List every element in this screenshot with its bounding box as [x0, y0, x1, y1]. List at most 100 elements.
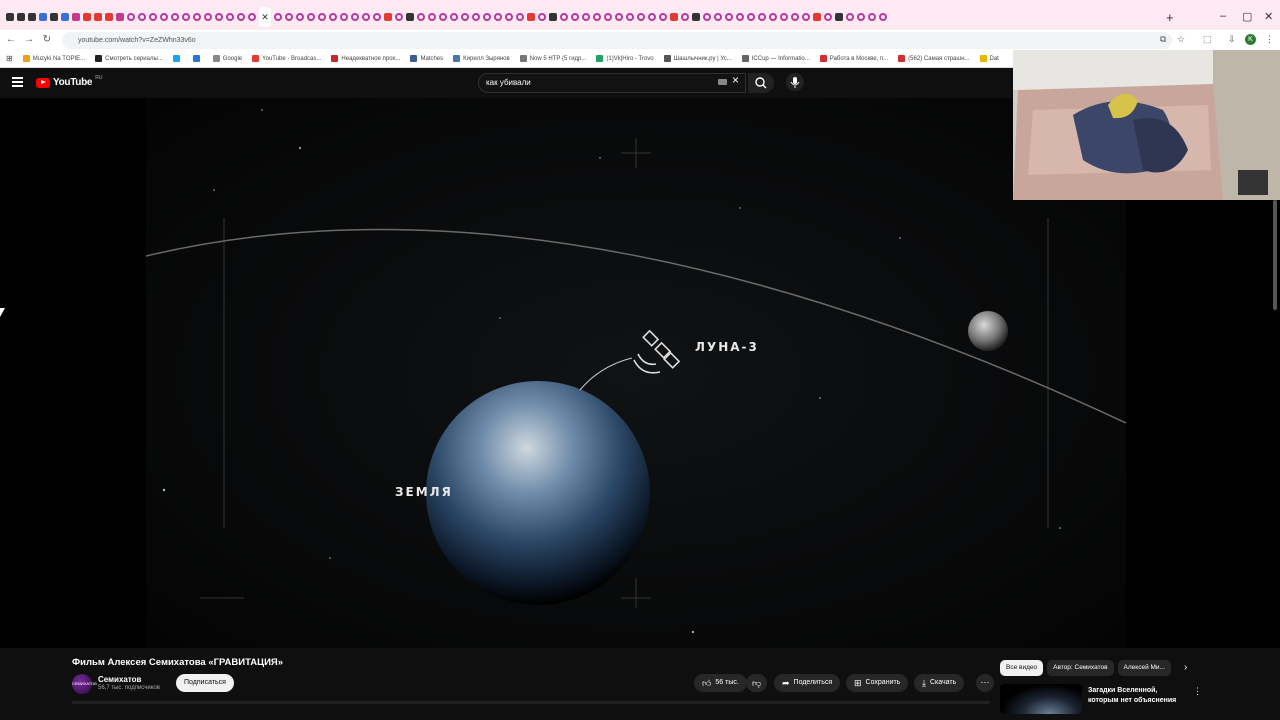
tab-favicon[interactable]	[28, 13, 36, 21]
tab-favicon[interactable]	[747, 13, 755, 21]
tab-favicon[interactable]	[626, 13, 634, 21]
tab-favicon[interactable]	[637, 13, 645, 21]
tab-favicon[interactable]	[351, 13, 359, 21]
bookmark-item[interactable]: Matches	[410, 55, 443, 62]
tab-favicon[interactable]	[182, 13, 190, 21]
profile-avatar[interactable]: K	[1245, 34, 1256, 45]
tab-favicon[interactable]	[318, 13, 326, 21]
tab-favicon[interactable]	[193, 13, 201, 21]
bookmark-item[interactable]	[192, 55, 203, 62]
channel-avatar[interactable]: СЕМИХАТОВ	[72, 674, 97, 694]
tab-favicon[interactable]	[703, 13, 711, 21]
tab-favicon[interactable]	[329, 13, 337, 21]
tab-favicon[interactable]	[582, 13, 590, 21]
tab-favicon[interactable]	[835, 13, 843, 21]
share-button[interactable]: ➦ Поделиться	[774, 674, 841, 692]
search-button[interactable]	[748, 73, 774, 93]
tab-favicon[interactable]	[494, 13, 502, 21]
like-button[interactable]: 👍︎ 56 тыс.	[694, 674, 747, 692]
tab-favicon[interactable]	[483, 13, 491, 21]
tab-favicon[interactable]	[94, 13, 102, 21]
tab-favicon[interactable]	[296, 13, 304, 21]
tab-favicon[interactable]	[758, 13, 766, 21]
chevron-right-icon[interactable]: ›	[1184, 662, 1187, 673]
channel-name[interactable]: Семихатов	[98, 675, 141, 684]
tab-favicon[interactable]	[516, 13, 524, 21]
bookmark-item[interactable]: (1)Vk|Hiro - Trovo	[596, 55, 654, 62]
tab-favicon[interactable]	[105, 13, 113, 21]
tab-favicon[interactable]	[769, 13, 777, 21]
subscribe-button[interactable]: Подписаться	[176, 674, 234, 692]
more-actions-button[interactable]: ⋯	[976, 674, 994, 692]
tab-favicon[interactable]	[248, 13, 256, 21]
bookmark-item[interactable]: Google	[212, 55, 242, 62]
tab-favicon[interactable]	[127, 13, 135, 21]
extensions-icon[interactable]: ⬚	[1203, 34, 1212, 45]
tab-favicon[interactable]	[461, 13, 469, 21]
bookmark-item[interactable]: Неадекватное прох...	[331, 55, 400, 62]
tab-favicon[interactable]	[527, 13, 535, 21]
bookmark-item[interactable]	[172, 55, 183, 62]
tab-favicon[interactable]	[681, 13, 689, 21]
tab-favicon[interactable]	[714, 13, 722, 21]
tab-favicon[interactable]	[824, 13, 832, 21]
tab-favicon[interactable]	[560, 13, 568, 21]
tab-favicon[interactable]	[428, 13, 436, 21]
bookmark-item[interactable]: Muzyki Na TOPIE...	[22, 55, 85, 62]
tab-favicon[interactable]	[813, 13, 821, 21]
tab-favicon[interactable]	[791, 13, 799, 21]
bookmark-star-icon[interactable]: ☆	[1177, 34, 1185, 45]
tab-favicon[interactable]	[736, 13, 744, 21]
tab-favicon[interactable]	[538, 13, 546, 21]
tab-favicon[interactable]	[604, 13, 612, 21]
tab-favicon[interactable]	[149, 13, 157, 21]
tab-favicon[interactable]	[549, 13, 557, 21]
clear-search-icon[interactable]: ×	[732, 73, 739, 87]
tab-favicon[interactable]	[373, 13, 381, 21]
minimize-icon[interactable]: –	[1220, 10, 1226, 22]
search-input[interactable]: как убивали	[478, 73, 746, 93]
active-tab[interactable]: ✕	[259, 7, 271, 27]
tab-favicon[interactable]	[802, 13, 810, 21]
bookmark-item[interactable]: YouTube · Broadcas...	[252, 55, 321, 62]
tab-favicon[interactable]	[160, 13, 168, 21]
keyboard-icon[interactable]	[718, 79, 727, 85]
tab-favicon[interactable]	[171, 13, 179, 21]
tab-favicon[interactable]	[204, 13, 212, 21]
recommendation-thumbnail[interactable]	[1000, 684, 1082, 714]
tab-favicon[interactable]	[571, 13, 579, 21]
bookmark-item[interactable]: ICCup — Informatio...	[741, 55, 810, 62]
tab-favicon[interactable]	[417, 13, 425, 21]
tab-favicon[interactable]	[450, 13, 458, 21]
chip-all-videos[interactable]: Все видео	[1000, 660, 1044, 676]
recommendation-menu-icon[interactable]: ⋮	[1193, 686, 1202, 697]
apps-icon[interactable]: ⊞	[6, 54, 13, 63]
tab-favicon[interactable]	[50, 13, 58, 21]
bookmark-item[interactable]: Кирилл Зырянов	[453, 55, 510, 62]
close-window-icon[interactable]: ✕	[1264, 10, 1273, 23]
bookmark-item[interactable]: (562) Самая страшн...	[898, 55, 970, 62]
bookmark-item[interactable]: Смотреть сериалы...	[95, 55, 163, 62]
tab-favicon[interactable]	[307, 13, 315, 21]
tab-favicon[interactable]	[472, 13, 480, 21]
tab-favicon[interactable]	[593, 13, 601, 21]
tab-favicon[interactable]	[395, 13, 403, 21]
tab-favicon[interactable]	[274, 13, 282, 21]
tab-favicon[interactable]	[138, 13, 146, 21]
tab-favicon[interactable]	[615, 13, 623, 21]
tab-favicon[interactable]	[340, 13, 348, 21]
bookmark-item[interactable]: Работа в Москве, п...	[819, 55, 888, 62]
voice-search-button[interactable]	[786, 73, 804, 91]
tab-favicon[interactable]	[285, 13, 293, 21]
tab-favicon[interactable]	[868, 13, 876, 21]
tab-favicon[interactable]	[692, 13, 700, 21]
new-tab-button[interactable]: +	[1166, 10, 1174, 25]
tab-favicon[interactable]	[72, 13, 80, 21]
chip-related[interactable]: Алексей Ми...	[1117, 660, 1171, 676]
bookmark-item[interactable]: Шашлычник.ру | Ус...	[663, 55, 732, 62]
reload-icon[interactable]: ↻	[38, 34, 56, 45]
tab-favicon[interactable]	[116, 13, 124, 21]
chip-author[interactable]: Автор: Семихатов	[1047, 660, 1114, 676]
downloads-icon[interactable]: ⇩	[1228, 34, 1236, 45]
tab-favicon[interactable]	[648, 13, 656, 21]
